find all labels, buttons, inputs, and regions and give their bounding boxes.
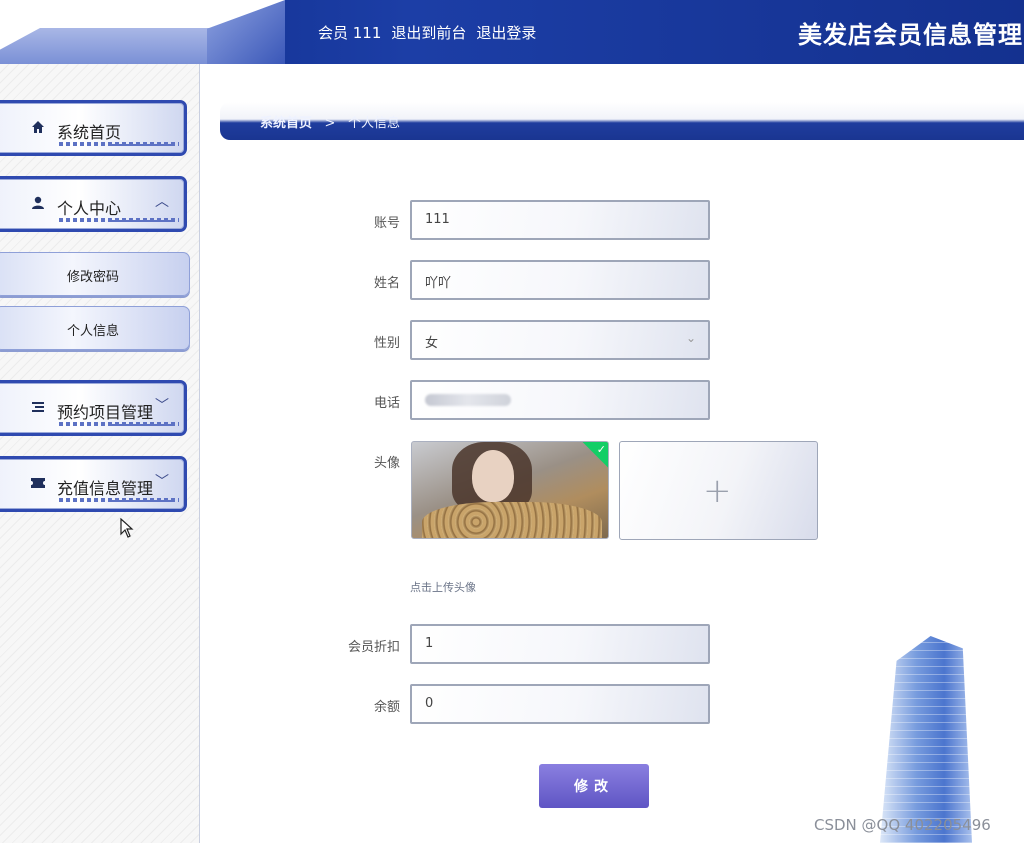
sidebar-subitem-change-password[interactable]: 修改密码 (0, 252, 190, 296)
account-label: 账号 (373, 216, 400, 231)
avatar-thumbnail[interactable]: ✓ (411, 441, 609, 539)
watermark: CSDN @QQ 402205496 (814, 816, 991, 834)
sidebar-subitem-label: 修改密码 (66, 270, 119, 285)
menu-decoration (59, 422, 179, 426)
breadcrumb-separator: > (324, 116, 336, 131)
sidebar-item-home[interactable]: 系统首页 (0, 100, 187, 156)
breadcrumb-current: 个人信息 (347, 116, 400, 131)
menu-decoration (59, 142, 179, 146)
account-field[interactable]: 111 (410, 200, 710, 240)
sidebar-item-appointment[interactable]: 预约项目管理 ﹀ (0, 380, 187, 436)
phone-field[interactable] (410, 380, 710, 420)
redacted-phone (425, 394, 511, 406)
gender-label: 性别 (373, 336, 400, 351)
home-icon (29, 120, 47, 138)
submit-button[interactable]: 修改 (539, 764, 649, 808)
header-slant (207, 0, 285, 64)
chevron-down-icon: ﹀ (155, 398, 169, 414)
building-illustration (880, 636, 972, 843)
breadcrumb-home-link[interactable]: 系统首页 (260, 116, 312, 131)
current-user-label: 会员 111 (318, 24, 382, 42)
discount-label: 会员折扣 (347, 640, 400, 655)
list-icon (29, 400, 47, 418)
chevron-down-icon: ﹀ (155, 474, 169, 490)
back-to-frontend-link[interactable]: 退出到前台 (391, 22, 466, 43)
user-icon (29, 196, 47, 214)
sidebar-subitem-personal-info[interactable]: 个人信息 (0, 306, 190, 350)
user-bar: 会员 111 退出到前台 退出登录 (318, 22, 536, 43)
balance-field[interactable]: 0 (410, 684, 710, 724)
sidebar-item-recharge[interactable]: 充值信息管理 ﹀ (0, 456, 187, 512)
avatar-upload-button[interactable]: + (619, 441, 818, 540)
menu-decoration (59, 498, 179, 502)
header-logo-area (0, 0, 285, 64)
top-header: 会员 111 退出到前台 退出登录 美发店会员信息管理系统 (0, 0, 1024, 64)
chevron-up-icon: ︿ (155, 194, 169, 210)
check-icon: ✓ (596, 443, 606, 456)
chevron-down-icon: ⌄ (685, 331, 696, 345)
discount-field[interactable]: 1 (410, 624, 710, 664)
name-field[interactable]: 吖吖 (410, 260, 710, 300)
building-lines (880, 636, 972, 843)
site-title: 美发店会员信息管理系统 (798, 21, 1024, 49)
sidebar-item-label: 预约项目管理 (57, 403, 154, 422)
phone-label: 电话 (373, 396, 400, 411)
plus-icon: + (703, 471, 732, 511)
logout-link[interactable]: 退出登录 (476, 22, 536, 43)
avatar-label: 头像 (373, 456, 400, 471)
gender-select[interactable]: 女 ⌄ (410, 320, 710, 360)
menu-decoration (59, 218, 179, 222)
name-label: 姓名 (373, 276, 400, 291)
sidebar-subitem-label: 个人信息 (66, 324, 119, 339)
sidebar-item-personal-center[interactable]: 个人中心 ︿ (0, 176, 187, 232)
balance-label: 余额 (373, 700, 400, 715)
breadcrumb: 系统首页 > 个人信息 (220, 102, 1024, 140)
ticket-icon (29, 476, 47, 494)
mouse-cursor-icon (120, 517, 134, 543)
avatar-dress (422, 502, 602, 538)
avatar-upload-hint: 点击上传头像 (410, 581, 476, 594)
sidebar-item-label: 充值信息管理 (57, 479, 154, 498)
sidebar: 系统首页 个人中心 ︿ 修改密码 个人信息 预约项目管理 ﹀ 充值信息管理 ﹀ (0, 64, 200, 843)
sidebar-item-label: 系统首页 (57, 123, 122, 142)
avatar-face (472, 450, 514, 502)
sidebar-item-label: 个人中心 (57, 199, 122, 218)
gender-select-value: 女 (425, 336, 439, 351)
